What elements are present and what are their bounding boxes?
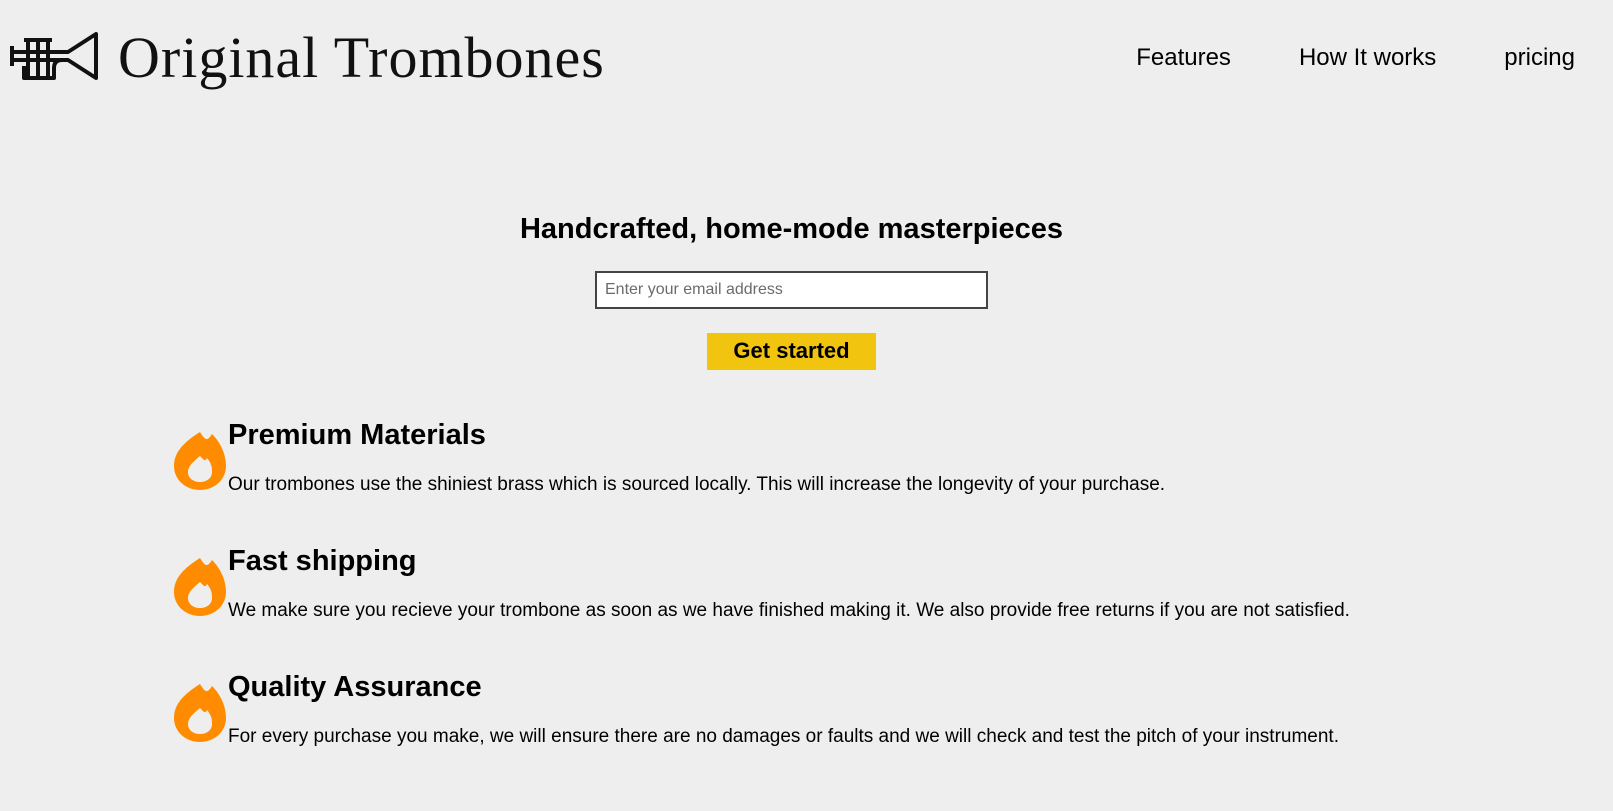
feature-title: Quality Assurance — [228, 671, 482, 703]
feature-item: Premium Materials Our trombones use the … — [172, 419, 1472, 546]
main-nav: Features How It works pricing — [1136, 46, 1575, 70]
logo-text: Original Trombones — [118, 25, 605, 90]
feature-title: Premium Materials — [228, 419, 486, 451]
site-header: Original Trombones Features How It works… — [0, 0, 1613, 120]
nav-link-pricing[interactable]: pricing — [1504, 46, 1575, 70]
hero-section: Handcrafted, home-mode masterpieces Get … — [0, 213, 1583, 370]
trumpet-icon — [10, 32, 98, 80]
features-section: Premium Materials Our trombones use the … — [172, 419, 1472, 798]
flame-icon — [174, 684, 226, 742]
get-started-button[interactable]: Get started — [707, 332, 876, 370]
feature-title: Fast shipping — [228, 545, 417, 577]
feature-description: We make sure you recieve your trombone a… — [228, 599, 1350, 621]
feature-description: Our trombones use the shiniest brass whi… — [228, 473, 1166, 495]
flame-icon — [174, 432, 226, 490]
feature-description: For every purchase you make, we will ens… — [228, 725, 1339, 747]
email-input[interactable] — [595, 270, 988, 309]
logo[interactable]: Original Trombones — [10, 28, 605, 88]
flame-icon — [174, 558, 226, 616]
hero-title: Handcrafted, home-mode masterpieces — [519, 213, 1064, 245]
feature-item: Quality Assurance For every purchase you… — [172, 671, 1472, 798]
feature-item: Fast shipping We make sure you recieve y… — [172, 545, 1472, 672]
nav-link-features[interactable]: Features — [1136, 46, 1231, 70]
nav-link-how-it-works[interactable]: How It works — [1299, 46, 1436, 70]
landing-page: Original Trombones Features How It works… — [0, 0, 1613, 811]
